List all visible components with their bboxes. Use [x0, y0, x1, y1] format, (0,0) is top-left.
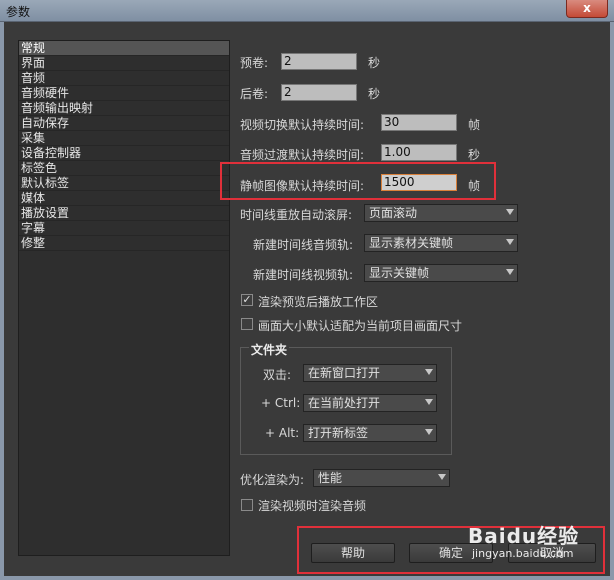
audio-transition-label: 音频过渡默认持续时间: [240, 148, 365, 162]
chevron-down-icon [506, 269, 514, 275]
audio-transition-input[interactable]: 1.00 [381, 144, 457, 161]
video-transition-unit: 帧 [468, 118, 481, 132]
ctrl-value: 在当前处打开 [308, 396, 381, 410]
sidebar-item[interactable]: 常规 [19, 41, 229, 56]
new-video-track-value: 显示关键帧 [369, 266, 430, 280]
highlight-box-still-image [220, 162, 496, 200]
new-audio-track-label: 新建时间线音频轨: [253, 238, 354, 252]
close-button[interactable]: x [566, 0, 608, 18]
sidebar-item[interactable]: 媒体 [19, 191, 229, 206]
timeline-scroll-label: 时间线重放自动滚屏: [240, 208, 353, 222]
sidebar-item[interactable]: 播放设置 [19, 206, 229, 221]
sidebar-item[interactable]: 音频输出映射 [19, 101, 229, 116]
chevron-down-icon [425, 429, 433, 435]
new-audio-track-value: 显示素材关键帧 [369, 236, 454, 250]
new-video-track-label: 新建时间线视频轨: [253, 268, 354, 282]
optimize-render-label: 优化渲染为: [240, 473, 305, 487]
postroll-input[interactable]: 2 [281, 84, 357, 101]
video-transition-label: 视频切换默认持续时间: [240, 118, 365, 132]
double-click-dropdown[interactable]: 在新窗口打开 [303, 364, 437, 382]
double-click-label: 双击: [263, 368, 292, 382]
render-preview-label: 渲染预览后播放工作区 [258, 295, 379, 309]
baidu-logo: Baidu经验 [468, 524, 580, 548]
render-preview-checkbox[interactable]: ✓ [241, 294, 253, 306]
sidebar-item[interactable]: 默认标签 [19, 176, 229, 191]
new-audio-track-dropdown[interactable]: 显示素材关键帧 [364, 234, 518, 252]
window-title: 参数 [6, 5, 31, 19]
postroll-unit: 秒 [368, 87, 381, 101]
alt-dropdown[interactable]: 打开新标签 [303, 424, 437, 442]
optimize-render-value: 性能 [318, 471, 343, 485]
timeline-scroll-value: 页面滚动 [369, 206, 418, 220]
sidebar-item[interactable]: 界面 [19, 56, 229, 71]
ctrl-dropdown[interactable]: 在当前处打开 [303, 394, 437, 412]
render-audio-label: 渲染视频时渲染音频 [258, 499, 367, 513]
chevron-down-icon [425, 399, 433, 405]
sidebar-item[interactable]: 自动保存 [19, 116, 229, 131]
sidebar-item[interactable]: 修整 [19, 236, 229, 251]
double-click-value: 在新窗口打开 [308, 366, 381, 380]
scale-to-frame-label: 画面大小默认适配为当前项目画面尺寸 [258, 319, 463, 333]
baidu-watermark: Baidu经验 jingyan.baidu.com [468, 520, 579, 560]
sidebar-item[interactable]: 音频硬件 [19, 86, 229, 101]
video-transition-input[interactable]: 30 [381, 114, 457, 131]
timeline-scroll-dropdown[interactable]: 页面滚动 [364, 204, 518, 222]
category-list: 常规 界面 音频 音频硬件 音频输出映射 自动保存 采集 设备控制器 标签色 默认标签 媒体 播放设置… [18, 40, 230, 556]
preroll-input[interactable]: 2 [281, 53, 357, 70]
chevron-down-icon [506, 209, 514, 215]
watermark-url: jingyan.baidu.com [472, 547, 574, 560]
sidebar-item[interactable]: 字幕 [19, 221, 229, 236]
audio-transition-unit: 秒 [468, 148, 481, 162]
ctrl-label: + Ctrl: [261, 396, 301, 410]
postroll-label: 后卷: [240, 87, 269, 101]
preroll-label: 预卷: [240, 56, 269, 70]
render-audio-checkbox[interactable] [241, 499, 253, 511]
alt-value: 打开新标签 [308, 426, 369, 440]
chevron-down-icon [506, 239, 514, 245]
bins-title: 文件夹 [249, 341, 290, 358]
title-bar: 参数 x [0, 0, 614, 22]
sidebar-item[interactable]: 设备控制器 [19, 146, 229, 161]
scale-to-frame-checkbox[interactable] [241, 318, 253, 330]
sidebar-item[interactable]: 采集 [19, 131, 229, 146]
chevron-down-icon [438, 474, 446, 480]
new-video-track-dropdown[interactable]: 显示关键帧 [364, 264, 518, 282]
preroll-unit: 秒 [368, 56, 381, 70]
sidebar-item[interactable]: 标签色 [19, 161, 229, 176]
alt-label: + Alt: [265, 426, 300, 440]
sidebar-item[interactable]: 音频 [19, 71, 229, 86]
optimize-render-dropdown[interactable]: 性能 [313, 469, 450, 487]
chevron-down-icon [425, 369, 433, 375]
